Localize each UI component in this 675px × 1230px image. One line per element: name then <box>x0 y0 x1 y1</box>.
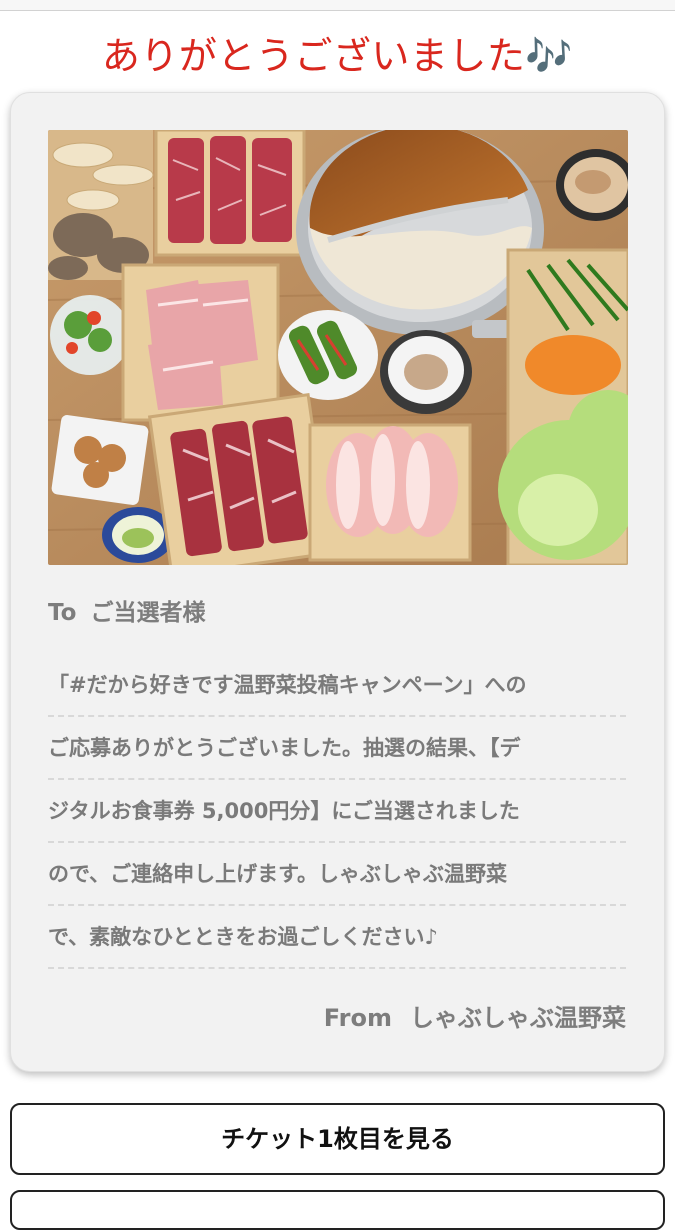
next-ticket-button[interactable] <box>10 1190 665 1230</box>
page-title: ありがとうございました🎶 <box>101 34 574 78</box>
winner-message: 「#だから好きです温野菜投稿キャンペーン」への ご応募ありがとうございました。抽… <box>48 654 626 969</box>
message-line: で、素敵なひとときをお過ごしください♪ <box>48 906 626 969</box>
to-label: To <box>48 600 77 626</box>
view-ticket-1-button[interactable]: チケット1枚目を見る <box>10 1103 665 1175</box>
recipient-name: ご当選者様 <box>90 600 206 626</box>
message-line: ので、ご連絡申し上げます。しゃぶしゃぶ温野菜 <box>48 843 626 906</box>
top-rule <box>0 0 675 11</box>
winner-message-card: To ご当選者様 「#だから好きです温野菜投稿キャンペーン」への ご応募ありがとう… <box>10 92 665 1072</box>
food-photo <box>48 130 628 565</box>
recipient-line: To ご当選者様 <box>48 593 219 633</box>
sender-line: From しゃぶしゃぶ温野菜 <box>324 998 626 1038</box>
from-label: From <box>323 1004 392 1032</box>
sender-name: しゃぶしゃぶ温野菜 <box>410 1004 626 1032</box>
message-line: ジタルお食事券 5,000円分】にご当選されました <box>48 780 626 843</box>
message-line: 「#だから好きです温野菜投稿キャンペーン」への <box>48 654 626 717</box>
message-line: ご応募ありがとうございました。抽選の結果、【デ <box>48 717 626 780</box>
